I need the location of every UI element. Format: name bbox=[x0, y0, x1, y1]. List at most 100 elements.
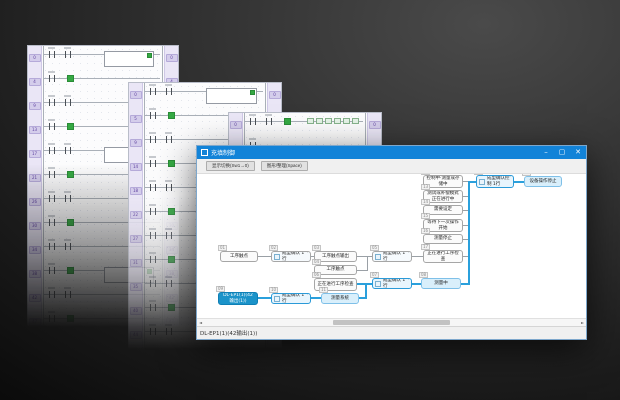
flow-node-05[interactable]: 成型确认 1行* bbox=[372, 251, 412, 262]
flow-node-07[interactable]: 成型确认 1行* bbox=[372, 278, 412, 289]
rung-number-badge: 0 bbox=[269, 91, 281, 99]
contact-label bbox=[149, 276, 156, 278]
contact-label bbox=[48, 215, 55, 217]
modified-asterisk: * bbox=[307, 251, 310, 257]
power-rail bbox=[43, 46, 44, 358]
block-status-indicator bbox=[147, 53, 152, 58]
rung-number-badge: 9 bbox=[29, 102, 41, 110]
flow-node-label: 等待下一次操作开始 bbox=[426, 220, 460, 230]
node-id-tag: 14 bbox=[421, 199, 430, 205]
energized-indicator bbox=[284, 118, 291, 125]
contact-icon bbox=[150, 256, 156, 263]
flow-node-label: 成型确认 1行 bbox=[383, 251, 409, 261]
flow-node-09[interactable]: DL-EP1(1)(42输出(1)) bbox=[218, 292, 258, 305]
contact-label bbox=[48, 119, 55, 121]
rung-number-badge: 4 bbox=[29, 78, 41, 86]
contact-icon bbox=[150, 184, 156, 191]
maximize-button[interactable]: ▢ bbox=[554, 146, 570, 159]
rung-number-badge: 35 bbox=[130, 283, 142, 291]
flow-node-19[interactable]: 设备操作停止 bbox=[524, 176, 562, 187]
flow-node-label: 正在进行工序检查 bbox=[426, 251, 460, 261]
contact-label bbox=[149, 132, 156, 134]
node-id-tag: 06 bbox=[312, 272, 321, 278]
rung-number-badge: 22 bbox=[130, 211, 142, 219]
scroll-right-arrow-icon[interactable]: ► bbox=[579, 319, 586, 326]
horizontal-scrollbar[interactable]: ◄ ► bbox=[197, 318, 586, 326]
contact-label bbox=[265, 114, 272, 116]
contact-icon bbox=[49, 171, 55, 178]
flow-node-08[interactable]: 测量中 bbox=[421, 278, 461, 289]
contact-label bbox=[48, 287, 55, 289]
flow-monitor-window[interactable]: 充填制御 – ▢ ✕ 显示切换(Sw1→0) 图形/整理(Space) 工序触点… bbox=[196, 145, 587, 340]
rung-number-badge: 48 bbox=[130, 355, 142, 363]
contact-icon bbox=[49, 123, 55, 130]
scrollbar-thumb[interactable] bbox=[333, 320, 450, 325]
rung-number-badge: 47 bbox=[29, 318, 41, 326]
contact-label bbox=[48, 191, 55, 193]
flow-node-label: 测量系统 bbox=[331, 296, 349, 301]
scroll-left-arrow-icon[interactable]: ◄ bbox=[197, 319, 204, 326]
contact-label bbox=[165, 180, 172, 182]
status-text: DL-EP1(1)(42输出(1)) bbox=[197, 329, 257, 337]
energized-indicator bbox=[168, 256, 175, 263]
contact-icon bbox=[150, 160, 156, 167]
contact-label bbox=[48, 143, 55, 145]
close-button[interactable]: ✕ bbox=[570, 146, 586, 159]
display-toggle-button[interactable]: 显示切换(Sw1→0) bbox=[206, 161, 255, 171]
flow-node-16[interactable]: 测量停止 bbox=[423, 234, 463, 244]
contact-label bbox=[165, 324, 172, 326]
flow-node-17[interactable]: 正在进行工序检查 bbox=[423, 250, 463, 263]
flow-connector bbox=[357, 283, 372, 285]
function-block bbox=[104, 51, 154, 67]
contact-label bbox=[149, 252, 156, 254]
flow-node-label: 工序触点 bbox=[327, 267, 345, 272]
confirm-icon bbox=[479, 179, 485, 185]
flow-node-10[interactable]: 成型确认 1行* bbox=[271, 293, 311, 304]
energized-indicator bbox=[67, 171, 74, 178]
rung-number-badge: 0 bbox=[130, 91, 142, 99]
contact-label bbox=[149, 300, 156, 302]
mini-block-chip bbox=[343, 118, 350, 124]
flow-connector bbox=[412, 256, 423, 257]
flow-node-18[interactable]: 成型确认控制 1行* bbox=[476, 175, 514, 188]
contact-label bbox=[149, 348, 156, 350]
flow-node-label: 工序触点输出 bbox=[322, 254, 349, 259]
contact-icon bbox=[150, 88, 156, 95]
flow-node-02[interactable]: 成型确认 1行* bbox=[271, 251, 311, 262]
contact-label bbox=[149, 228, 156, 230]
arrange-button[interactable]: 图形/整理(Space) bbox=[261, 161, 308, 171]
flow-node-label: 成型确认 1行 bbox=[282, 293, 308, 303]
contact-icon bbox=[49, 51, 55, 58]
flow-node-label: 成型确认控制 1行 bbox=[487, 176, 511, 186]
energized-indicator bbox=[67, 219, 74, 226]
rung-number-badge: 17 bbox=[29, 150, 41, 158]
flow-connector bbox=[514, 181, 524, 183]
flow-node-11[interactable]: 测量系统 bbox=[321, 293, 359, 304]
contact-icon bbox=[150, 352, 156, 359]
contact-icon bbox=[150, 136, 156, 143]
contact-icon bbox=[65, 291, 71, 298]
mini-block-chip bbox=[325, 118, 332, 124]
contact-icon bbox=[49, 219, 55, 226]
rung-number-badge: 51 bbox=[29, 342, 41, 350]
minimize-button[interactable]: – bbox=[538, 146, 554, 159]
confirm-icon bbox=[375, 254, 381, 260]
energized-indicator bbox=[168, 304, 175, 311]
flow-node-01[interactable]: 工序触点 bbox=[220, 251, 258, 262]
contact-icon bbox=[166, 184, 172, 191]
contact-icon bbox=[65, 147, 71, 154]
rung-number-badge: 34 bbox=[29, 246, 41, 254]
contact-label bbox=[149, 84, 156, 86]
contact-icon bbox=[150, 208, 156, 215]
rung-number-badge: 13 bbox=[29, 126, 41, 134]
node-id-tag: 13 bbox=[421, 184, 430, 190]
rung-number-badge: 48 bbox=[269, 355, 281, 363]
flowchart-canvas[interactable]: 工序触点01成型确认 1行*02工序触点输出03工序触点04成型确认 1行*05… bbox=[197, 174, 586, 318]
flow-connector bbox=[367, 257, 368, 271]
rung-number-badge: 27 bbox=[130, 235, 142, 243]
contact-icon bbox=[65, 99, 71, 106]
contact-icon bbox=[150, 280, 156, 287]
flow-connector bbox=[365, 284, 367, 299]
contact-icon bbox=[150, 328, 156, 335]
contact-label bbox=[48, 239, 55, 241]
